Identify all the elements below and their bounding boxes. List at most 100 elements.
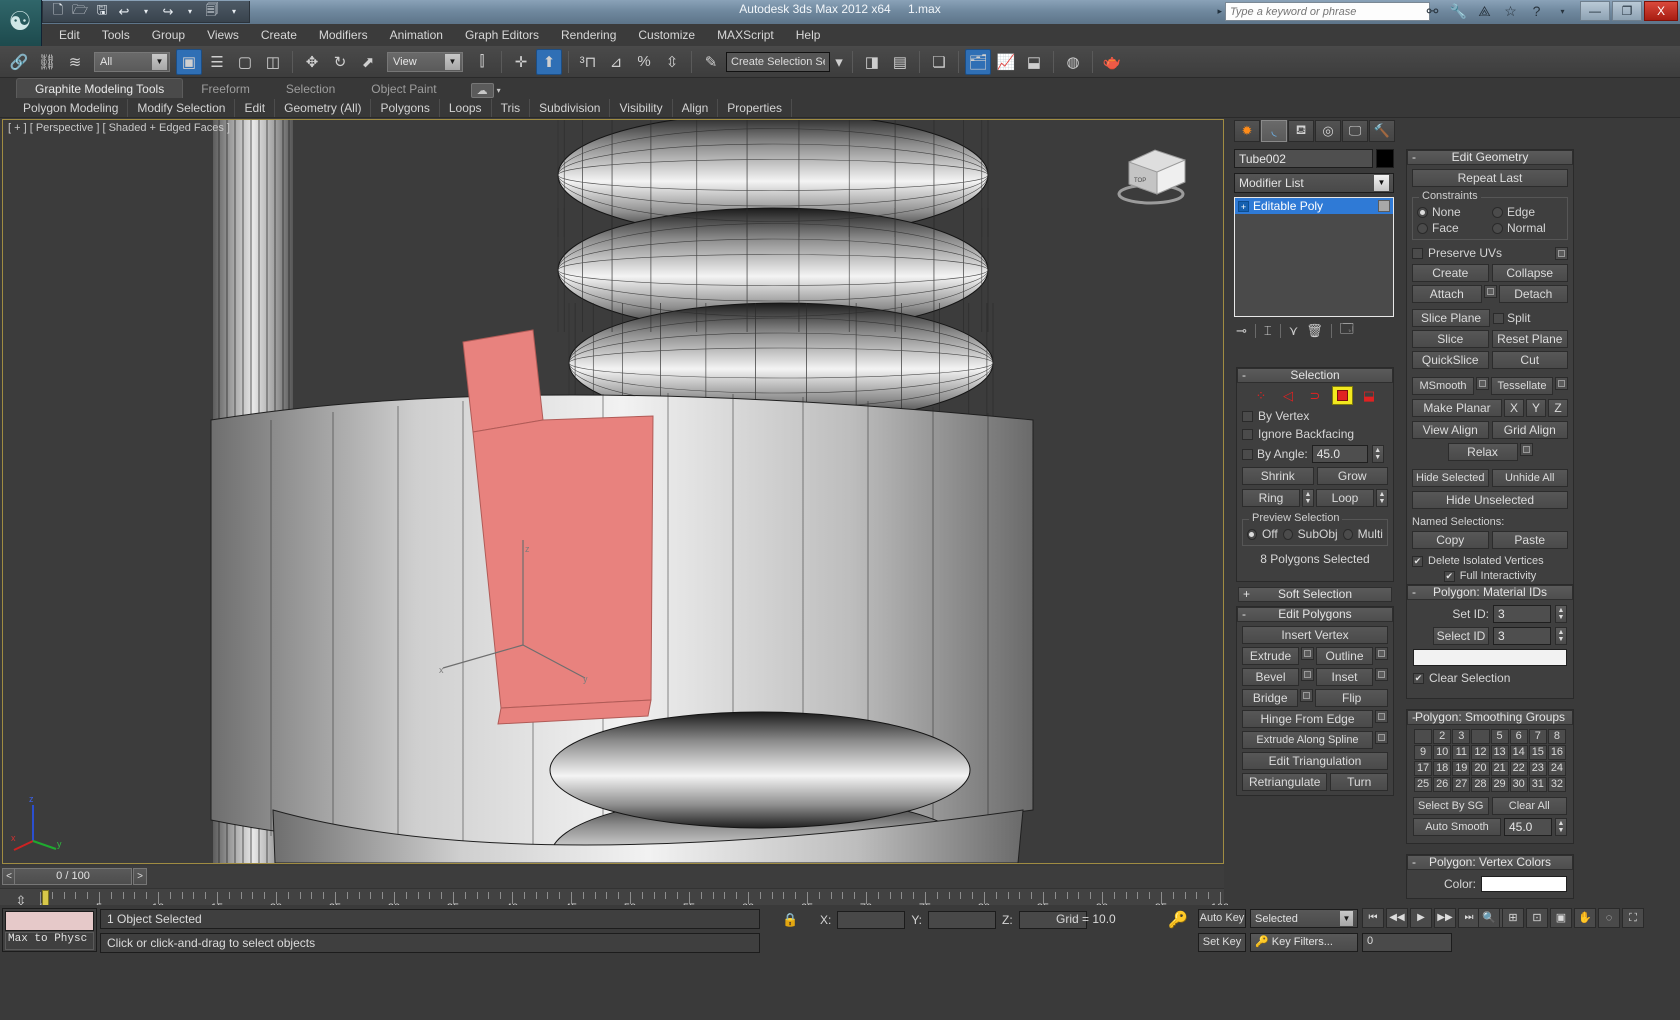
ribbon-subtab-polygons[interactable]: Polygons xyxy=(371,98,440,117)
smoothing-group-cell[interactable]: 7 xyxy=(1528,729,1547,744)
material-editor-icon[interactable]: ◍ xyxy=(1060,49,1086,75)
reference-coordinate-system-combo[interactable]: View ▼ xyxy=(387,51,463,72)
layer-manager-icon[interactable]: ❏ xyxy=(926,49,952,75)
render-setup-icon[interactable]: 🫖 xyxy=(1099,49,1125,75)
project-folder-icon[interactable]: 🗐 xyxy=(203,2,221,21)
viewport-3d-scene[interactable]: z x y xyxy=(3,120,1223,863)
display-tab-icon[interactable]: 🖵 xyxy=(1342,120,1368,142)
preview-subobj-radio[interactable] xyxy=(1282,528,1293,540)
zoom-region-icon[interactable]: ▣ xyxy=(1550,908,1572,928)
ribbon-subtab-tris[interactable]: Tris xyxy=(492,98,531,117)
make-planar-z-button[interactable]: Z xyxy=(1548,399,1568,417)
ribbon-options-icon[interactable]: ☁ ▾ xyxy=(470,83,501,98)
ribbon-subtab-loops[interactable]: Loops xyxy=(440,98,492,117)
msmooth-button[interactable]: MSmooth xyxy=(1412,377,1474,395)
motion-tab-icon[interactable]: ◎ xyxy=(1315,120,1341,142)
expand-icon[interactable]: + xyxy=(1238,200,1249,212)
next-frame-icon[interactable]: ▶▶ xyxy=(1434,908,1456,928)
edit-triangulation-button[interactable]: Edit Triangulation xyxy=(1242,752,1388,770)
ribbon-subtab-polygon-modeling[interactable]: Polygon Modeling xyxy=(14,98,129,117)
bevel-button[interactable]: Bevel xyxy=(1242,668,1299,686)
mirror-icon[interactable]: ◨ xyxy=(859,49,885,75)
set-id-spinner[interactable]: ▲ ▼ xyxy=(1555,605,1567,623)
orbit-icon[interactable]: ◌ xyxy=(1598,908,1620,928)
collapse-icon[interactable]: - xyxy=(1242,369,1246,382)
ribbon-tab-object-paint[interactable]: Object Paint xyxy=(353,79,454,98)
hide-selected-button[interactable]: Hide Selected xyxy=(1412,469,1489,487)
msmooth-settings-icon[interactable] xyxy=(1476,377,1489,390)
soft-selection-rollout-header[interactable]: + Soft Selection xyxy=(1238,587,1392,602)
element-icon[interactable]: ⬓ xyxy=(1359,386,1380,405)
current-frame-spinner[interactable]: 0 xyxy=(1362,933,1452,952)
ring-spinner[interactable]: ▲ ▼ xyxy=(1302,489,1314,507)
by-angle-value[interactable]: 45.0 xyxy=(1311,445,1368,463)
outline-settings-icon[interactable] xyxy=(1375,647,1388,660)
constraint-normal-radio[interactable] xyxy=(1492,222,1503,234)
slice-plane-button[interactable]: Slice Plane xyxy=(1412,309,1491,327)
selection-rollout-header[interactable]: - Selection xyxy=(1237,368,1393,383)
hinge-from-edge-button[interactable]: Hinge From Edge xyxy=(1242,710,1373,728)
select-id-spinner[interactable]: ▲ ▼ xyxy=(1555,627,1567,645)
auto-smooth-value[interactable]: 45.0 xyxy=(1504,818,1552,836)
vertex-colors-rollout-header[interactable]: - Polygon: Vertex Colors xyxy=(1407,855,1573,870)
copy-button[interactable]: Copy xyxy=(1412,531,1489,549)
quickslice-button[interactable]: QuickSlice xyxy=(1412,351,1489,369)
smoothing-group-cell[interactable]: 32 xyxy=(1547,777,1566,792)
pan-view-icon[interactable]: ✋ xyxy=(1574,908,1596,928)
qat-overflow-icon[interactable]: ▸ xyxy=(1217,6,1222,17)
make-planar-x-button[interactable]: X xyxy=(1504,399,1524,417)
curve-editor-icon[interactable]: 📈 xyxy=(993,49,1019,75)
extrude-settings-icon[interactable] xyxy=(1301,647,1314,660)
dropdown-icon[interactable]: ▾ xyxy=(1553,2,1572,21)
app-menu-button[interactable]: ☯ xyxy=(0,0,42,46)
view-cube-icon[interactable]: TOP xyxy=(1115,138,1201,210)
angle-snap-toggle-icon[interactable]: ⊿ xyxy=(603,49,629,75)
modifier-toggle-icon[interactable] xyxy=(1378,200,1390,212)
collapse-icon[interactable]: - xyxy=(1412,711,1416,724)
smoothing-group-cell[interactable]: 12 xyxy=(1471,745,1490,760)
undo-dropdown-icon[interactable]: ▾ xyxy=(137,3,155,21)
clear-selection-checkbox[interactable]: ✔ xyxy=(1413,672,1424,684)
named-selection-set-input[interactable] xyxy=(726,51,830,72)
smoothing-group-cell[interactable]: 27 xyxy=(1452,777,1471,792)
go-to-end-icon[interactable]: ⏭ xyxy=(1458,908,1480,928)
smoothing-group-cell[interactable]: 18 xyxy=(1433,761,1452,776)
chevron-down-icon[interactable]: ▼ xyxy=(1374,175,1389,191)
chevron-down-icon[interactable]: ▼ xyxy=(445,53,460,70)
window-crossing-toggle-icon[interactable]: ◫ xyxy=(260,49,286,75)
bevel-settings-icon[interactable] xyxy=(1301,668,1314,681)
shrink-button[interactable]: Shrink xyxy=(1242,467,1314,485)
full-interactivity-checkbox[interactable]: ✔ xyxy=(1443,570,1455,582)
menu-tools[interactable]: Tools xyxy=(91,26,141,44)
turn-button[interactable]: Turn xyxy=(1330,773,1388,791)
grid-align-button[interactable]: Grid Align xyxy=(1491,421,1568,439)
ribbon-subtab-visibility[interactable]: Visibility xyxy=(610,98,673,117)
search-input[interactable] xyxy=(1225,2,1430,21)
delete-isolated-vertices-checkbox[interactable]: ✔ xyxy=(1412,555,1423,567)
link-icon[interactable]: 🔗 xyxy=(6,49,32,75)
smoothing-group-cell[interactable]: 13 xyxy=(1490,745,1509,760)
star-icon[interactable]: ☆ xyxy=(1501,2,1520,21)
smoothing-group-cell[interactable]: 10 xyxy=(1433,745,1452,760)
unlink-icon[interactable]: ⛓ xyxy=(34,49,60,75)
smoothing-group-cell[interactable]: 30 xyxy=(1509,777,1528,792)
smoothing-group-cell[interactable]: 20 xyxy=(1471,761,1490,776)
constraint-face-radio[interactable] xyxy=(1417,222,1428,234)
smoothing-group-cell[interactable]: 29 xyxy=(1490,777,1509,792)
hinge-from-edge-settings-icon[interactable] xyxy=(1375,710,1388,723)
reset-plane-button[interactable]: Reset Plane xyxy=(1491,330,1568,348)
schematic-view-icon[interactable]: ⬓ xyxy=(1021,49,1047,75)
chevron-down-icon[interactable]: ▼ xyxy=(152,53,167,70)
extrude-button[interactable]: Extrude xyxy=(1242,647,1299,665)
ribbon-subtab-align[interactable]: Align xyxy=(673,98,719,117)
smoothing-group-cell[interactable]: 26 xyxy=(1433,777,1452,792)
smoothing-group-cell[interactable]: 3 xyxy=(1452,729,1471,744)
by-vertex-checkbox[interactable] xyxy=(1242,410,1253,422)
zoom-icon[interactable]: 🔍 xyxy=(1478,908,1500,928)
x-field[interactable] xyxy=(837,911,906,929)
menu-create[interactable]: Create xyxy=(250,26,308,44)
smoothing-group-cell[interactable]: 6 xyxy=(1509,729,1528,744)
vertex-color-swatch[interactable] xyxy=(1481,876,1567,892)
collapse-button[interactable]: Collapse xyxy=(1491,264,1568,282)
smoothing-group-cell[interactable]: 24 xyxy=(1547,761,1566,776)
